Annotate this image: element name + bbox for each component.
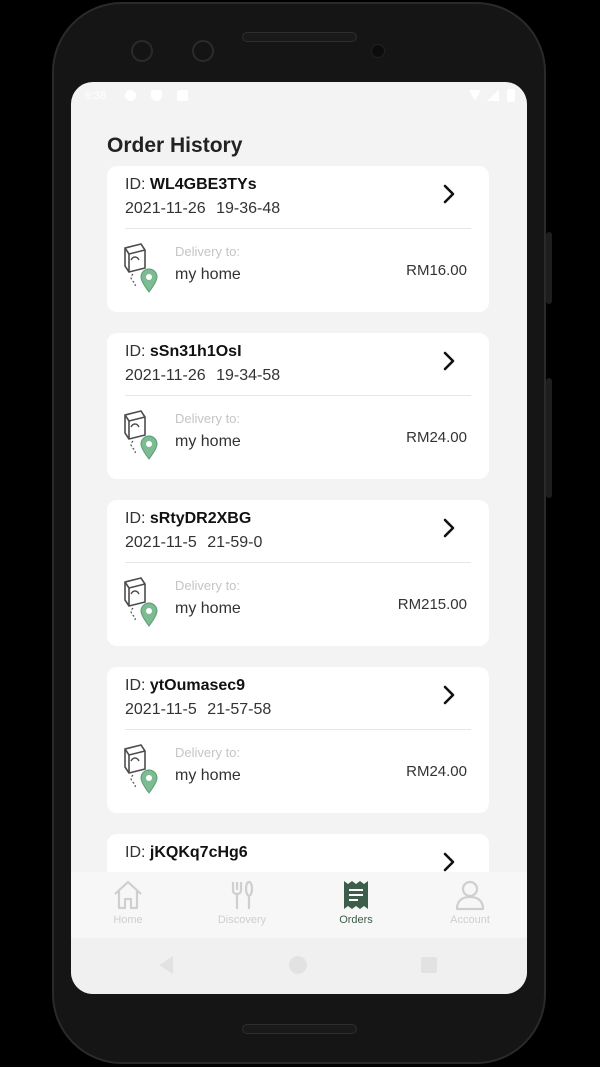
order-id-value: sRtyDR2XBG	[149, 510, 252, 527]
delivery-bag-icon	[119, 574, 163, 630]
front-sensor-right	[192, 40, 214, 62]
card-divider	[125, 395, 471, 396]
nav-home-icon[interactable]	[289, 956, 307, 974]
chevron-right-icon[interactable]	[439, 182, 459, 206]
app-screen: 9:38 Order History ID: WL4GBE3TYs 2021-11…	[71, 82, 527, 994]
order-datetime: 2021-11-5 21-57-58	[125, 701, 272, 718]
delivery-place: my home	[175, 767, 241, 784]
order-id-value: WL4GBE3TYs	[149, 176, 257, 193]
volume-button	[546, 232, 552, 304]
chevron-right-icon[interactable]	[439, 516, 459, 540]
order-card[interactable]: ID: sSn31h1OsI 2021-11-26 19-34-58 Deliver…	[107, 333, 489, 479]
order-datetime: 2021-11-26 19-36-48	[125, 200, 281, 217]
card-divider	[125, 562, 471, 563]
order-card[interactable]: ID: WL4GBE3TYs 2021-11-26 19-36-48 Deliver…	[107, 166, 489, 312]
order-id: ID: ytOumasec9	[125, 677, 245, 695]
power-button	[546, 378, 552, 498]
order-id-prefix: ID:	[125, 510, 146, 527]
tab-home[interactable]: Home	[71, 872, 185, 938]
page-title: Order History	[107, 134, 243, 157]
order-datetime: 2021-11-5 21-59-0	[125, 534, 263, 551]
order-id: ID: jKQKq7cHg6	[125, 844, 248, 862]
order-price: RM215.00	[397, 596, 467, 613]
front-sensor-left	[131, 40, 153, 62]
android-nav-bar	[71, 938, 527, 994]
order-id: ID: WL4GBE3TYs	[125, 176, 257, 194]
nav-back-icon[interactable]	[159, 956, 173, 974]
tab-account[interactable]: Account	[413, 872, 527, 938]
card-divider	[125, 729, 471, 730]
delivery-label: Delivery to:	[175, 244, 241, 259]
chevron-right-icon[interactable]	[439, 850, 459, 872]
order-id: ID: sRtyDR2XBG	[125, 510, 251, 528]
order-datetime: 2021-11-26 19-34-58	[125, 367, 281, 384]
tab-label: Home	[113, 914, 143, 926]
tab-discovery[interactable]: Discovery	[185, 872, 299, 938]
delivery-bag-icon	[119, 741, 163, 797]
order-id-value: jKQKq7cHg6	[149, 844, 248, 861]
order-id-prefix: ID:	[125, 343, 146, 360]
delivery-place: my home	[175, 433, 241, 450]
tab-orders[interactable]: Orders	[299, 872, 413, 938]
top-speaker	[242, 32, 357, 42]
order-card[interactable]: ID: sRtyDR2XBG 2021-11-5 21-59-0 Delivery …	[107, 500, 489, 646]
delivery-label: Delivery to:	[175, 411, 241, 426]
order-price: RM16.00	[406, 262, 467, 279]
order-price: RM24.00	[406, 763, 467, 780]
chevron-right-icon[interactable]	[439, 683, 459, 707]
chevron-right-icon[interactable]	[439, 349, 459, 373]
tab-label: Discovery	[217, 914, 267, 926]
order-id-value: sSn31h1OsI	[149, 343, 242, 360]
delivery-place: my home	[175, 266, 241, 283]
order-id-prefix: ID:	[125, 677, 146, 694]
delivery-label: Delivery to:	[175, 745, 241, 760]
nav-recents-icon[interactable]	[421, 957, 437, 973]
order-list[interactable]: Order History ID: WL4GBE3TYs 2021-11-26 1…	[71, 82, 527, 872]
order-card[interactable]: ID: ytOumasec9 2021-11-5 21-57-58 Delivery…	[107, 667, 489, 813]
order-card[interactable]: ID: jKQKq7cHg6	[107, 834, 489, 872]
card-divider	[125, 228, 471, 229]
tab-label: Orders	[339, 914, 373, 926]
bottom-speaker	[242, 1024, 357, 1034]
delivery-bag-icon	[119, 240, 163, 296]
order-price: RM24.00	[406, 429, 467, 446]
bottom-tab-bar: Home Discovery Orders Account	[71, 872, 527, 938]
delivery-bag-icon	[119, 407, 163, 463]
delivery-place: my home	[175, 600, 241, 617]
order-id: ID: sSn31h1OsI	[125, 343, 242, 361]
delivery-label: Delivery to:	[175, 578, 241, 593]
order-id-prefix: ID:	[125, 844, 146, 861]
order-id-prefix: ID:	[125, 176, 146, 193]
order-id-value: ytOumasec9	[149, 677, 246, 694]
front-camera	[371, 44, 385, 58]
tab-label: Account	[450, 914, 490, 926]
